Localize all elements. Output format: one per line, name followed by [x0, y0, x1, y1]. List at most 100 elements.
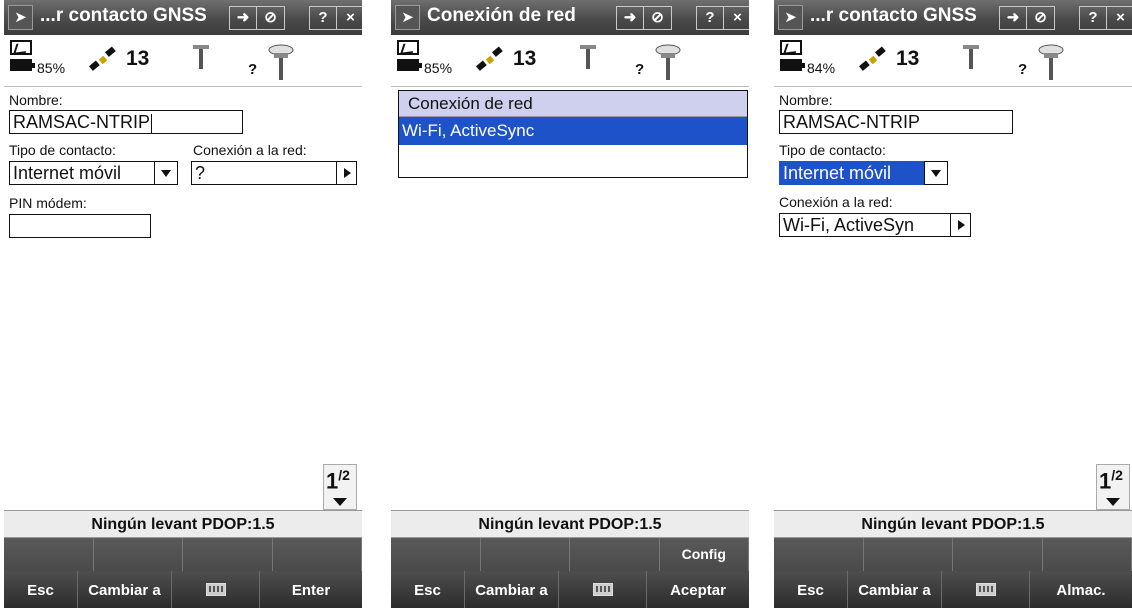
- keyboard-icon: [592, 583, 613, 597]
- title-actions: ➜ ⊘: [999, 6, 1055, 30]
- stop-icon[interactable]: ⊘: [257, 7, 284, 29]
- network-connection-label: Conexión a la red:: [193, 142, 307, 158]
- enter-button[interactable]: Enter: [260, 571, 362, 608]
- close-button[interactable]: ×: [724, 7, 749, 29]
- battery-icon[interactable]: [10, 59, 35, 71]
- chevron-right-icon[interactable]: [950, 214, 970, 236]
- status-bar: 85% 13 ?: [391, 36, 749, 87]
- softkey-1[interactable]: [4, 538, 94, 571]
- chevron-down-icon[interactable]: [924, 161, 948, 185]
- keyboard-icon: [205, 583, 226, 597]
- status-line: Ningún levant PDOP:1.5: [774, 510, 1132, 538]
- function-key-row: Esc Cambiar a Aceptar: [391, 571, 749, 608]
- text-caret: [151, 113, 153, 133]
- battery-icon[interactable]: [780, 59, 805, 71]
- softkey-row: [4, 538, 362, 571]
- power-icon[interactable]: [397, 40, 419, 55]
- keyboard-button[interactable]: [172, 571, 260, 608]
- stop-icon[interactable]: ⊘: [644, 7, 671, 29]
- name-field[interactable]: RAMSAC-NTRIP: [9, 110, 243, 134]
- title-actions: ➜ ⊘: [616, 6, 672, 30]
- title-bar: ➤ ...r contacto GNSS ➜ ⊘ ? ×: [4, 0, 362, 35]
- battery-percent: 85%: [37, 60, 66, 76]
- config-button[interactable]: Config: [660, 538, 749, 571]
- contact-type-select[interactable]: Internet móvil: [9, 161, 155, 185]
- battery-percent: 84%: [807, 60, 836, 76]
- pin-label: PIN módem:: [9, 195, 87, 211]
- contact-type-label: Tipo de contacto:: [779, 142, 886, 158]
- satellite-icon[interactable]: [475, 45, 505, 75]
- window-title: ...r contacto GNSS: [40, 5, 207, 26]
- title-bar: ➤ Conexión de red ➜ ⊘ ? ×: [391, 0, 749, 35]
- window-title: ...r contacto GNSS: [810, 5, 977, 26]
- page-switch-button[interactable]: 1/2: [323, 464, 357, 510]
- chevron-down-icon: [333, 498, 347, 506]
- window-title: Conexión de red: [427, 5, 576, 26]
- gnss-receiver-icon[interactable]: [1038, 44, 1064, 80]
- antenna-icon[interactable]: [579, 44, 597, 70]
- store-button[interactable]: Almac.: [1030, 571, 1132, 608]
- satellite-icon[interactable]: [858, 45, 888, 75]
- title-help-close: ? ×: [696, 6, 749, 30]
- softkey-4[interactable]: [1043, 538, 1132, 571]
- gnss-receiver-icon[interactable]: [655, 44, 681, 80]
- start-menu-icon[interactable]: ➤: [778, 5, 803, 30]
- close-button[interactable]: ×: [1107, 7, 1132, 29]
- function-key-row: Esc Cambiar a Almac.: [774, 571, 1132, 608]
- name-field[interactable]: RAMSAC-NTRIP: [779, 110, 1013, 134]
- switch-icon[interactable]: ➜: [230, 7, 257, 29]
- softkey-2[interactable]: [94, 538, 183, 571]
- status-bar: 85% 13 ?: [4, 36, 362, 87]
- power-icon[interactable]: [10, 40, 32, 55]
- esc-button[interactable]: Esc: [774, 571, 848, 608]
- contact-type-select[interactable]: Internet móvil: [779, 161, 925, 185]
- network-connection-field[interactable]: Wi-Fi, ActiveSyn: [779, 213, 971, 237]
- antenna-icon[interactable]: [962, 44, 980, 70]
- power-icon[interactable]: [780, 40, 802, 55]
- switch-icon[interactable]: ➜: [617, 7, 644, 29]
- page-switch-button[interactable]: 1/2: [1096, 464, 1130, 510]
- chevron-down-icon[interactable]: [154, 161, 178, 185]
- close-button[interactable]: ×: [337, 7, 362, 29]
- switch-icon[interactable]: ➜: [1000, 7, 1027, 29]
- chevron-right-icon[interactable]: [336, 162, 356, 184]
- switch-to-button[interactable]: Cambiar a: [848, 571, 942, 608]
- softkey-row: Config: [391, 538, 749, 571]
- keyboard-button[interactable]: [559, 571, 647, 608]
- switch-to-button[interactable]: Cambiar a: [78, 571, 172, 608]
- esc-button[interactable]: Esc: [391, 571, 465, 608]
- help-button[interactable]: ?: [310, 7, 337, 29]
- softkey-3[interactable]: [953, 538, 1043, 571]
- keyboard-button[interactable]: [942, 571, 1030, 608]
- softkey-1[interactable]: [774, 538, 864, 571]
- softkey-2[interactable]: [481, 538, 570, 571]
- name-value: RAMSAC-NTRIP: [13, 112, 151, 132]
- battery-icon[interactable]: [397, 59, 422, 71]
- gnss-receiver-icon[interactable]: [268, 44, 294, 80]
- receiver-status: ?: [1018, 61, 1028, 78]
- softkey-3[interactable]: [570, 538, 660, 571]
- status-line: Ningún levant PDOP:1.5: [4, 510, 362, 538]
- list-header: Conexión de red: [399, 91, 747, 117]
- start-menu-icon[interactable]: ➤: [395, 5, 420, 30]
- satellite-icon[interactable]: [88, 45, 118, 75]
- help-button[interactable]: ?: [1080, 7, 1107, 29]
- help-button[interactable]: ?: [697, 7, 724, 29]
- start-menu-icon[interactable]: ➤: [8, 5, 33, 30]
- network-connection-field[interactable]: ?: [191, 161, 357, 185]
- softkey-3[interactable]: [183, 538, 273, 571]
- softkey-4[interactable]: [273, 538, 362, 571]
- receiver-status: ?: [635, 61, 645, 78]
- accept-button[interactable]: Aceptar: [647, 571, 749, 608]
- form-content: Nombre: RAMSAC-NTRIP Tipo de contacto: I…: [774, 88, 1132, 510]
- list-item[interactable]: Wi-Fi, ActiveSync: [399, 117, 747, 145]
- switch-to-button[interactable]: Cambiar a: [465, 571, 559, 608]
- softkey-2[interactable]: [864, 538, 953, 571]
- softkey-1[interactable]: [391, 538, 481, 571]
- network-connection-label: Conexión a la red:: [779, 194, 893, 210]
- pin-field[interactable]: [9, 214, 151, 238]
- stop-icon[interactable]: ⊘: [1027, 7, 1054, 29]
- antenna-icon[interactable]: [192, 44, 210, 70]
- esc-button[interactable]: Esc: [4, 571, 78, 608]
- page-indicator: 1/2: [1099, 467, 1123, 494]
